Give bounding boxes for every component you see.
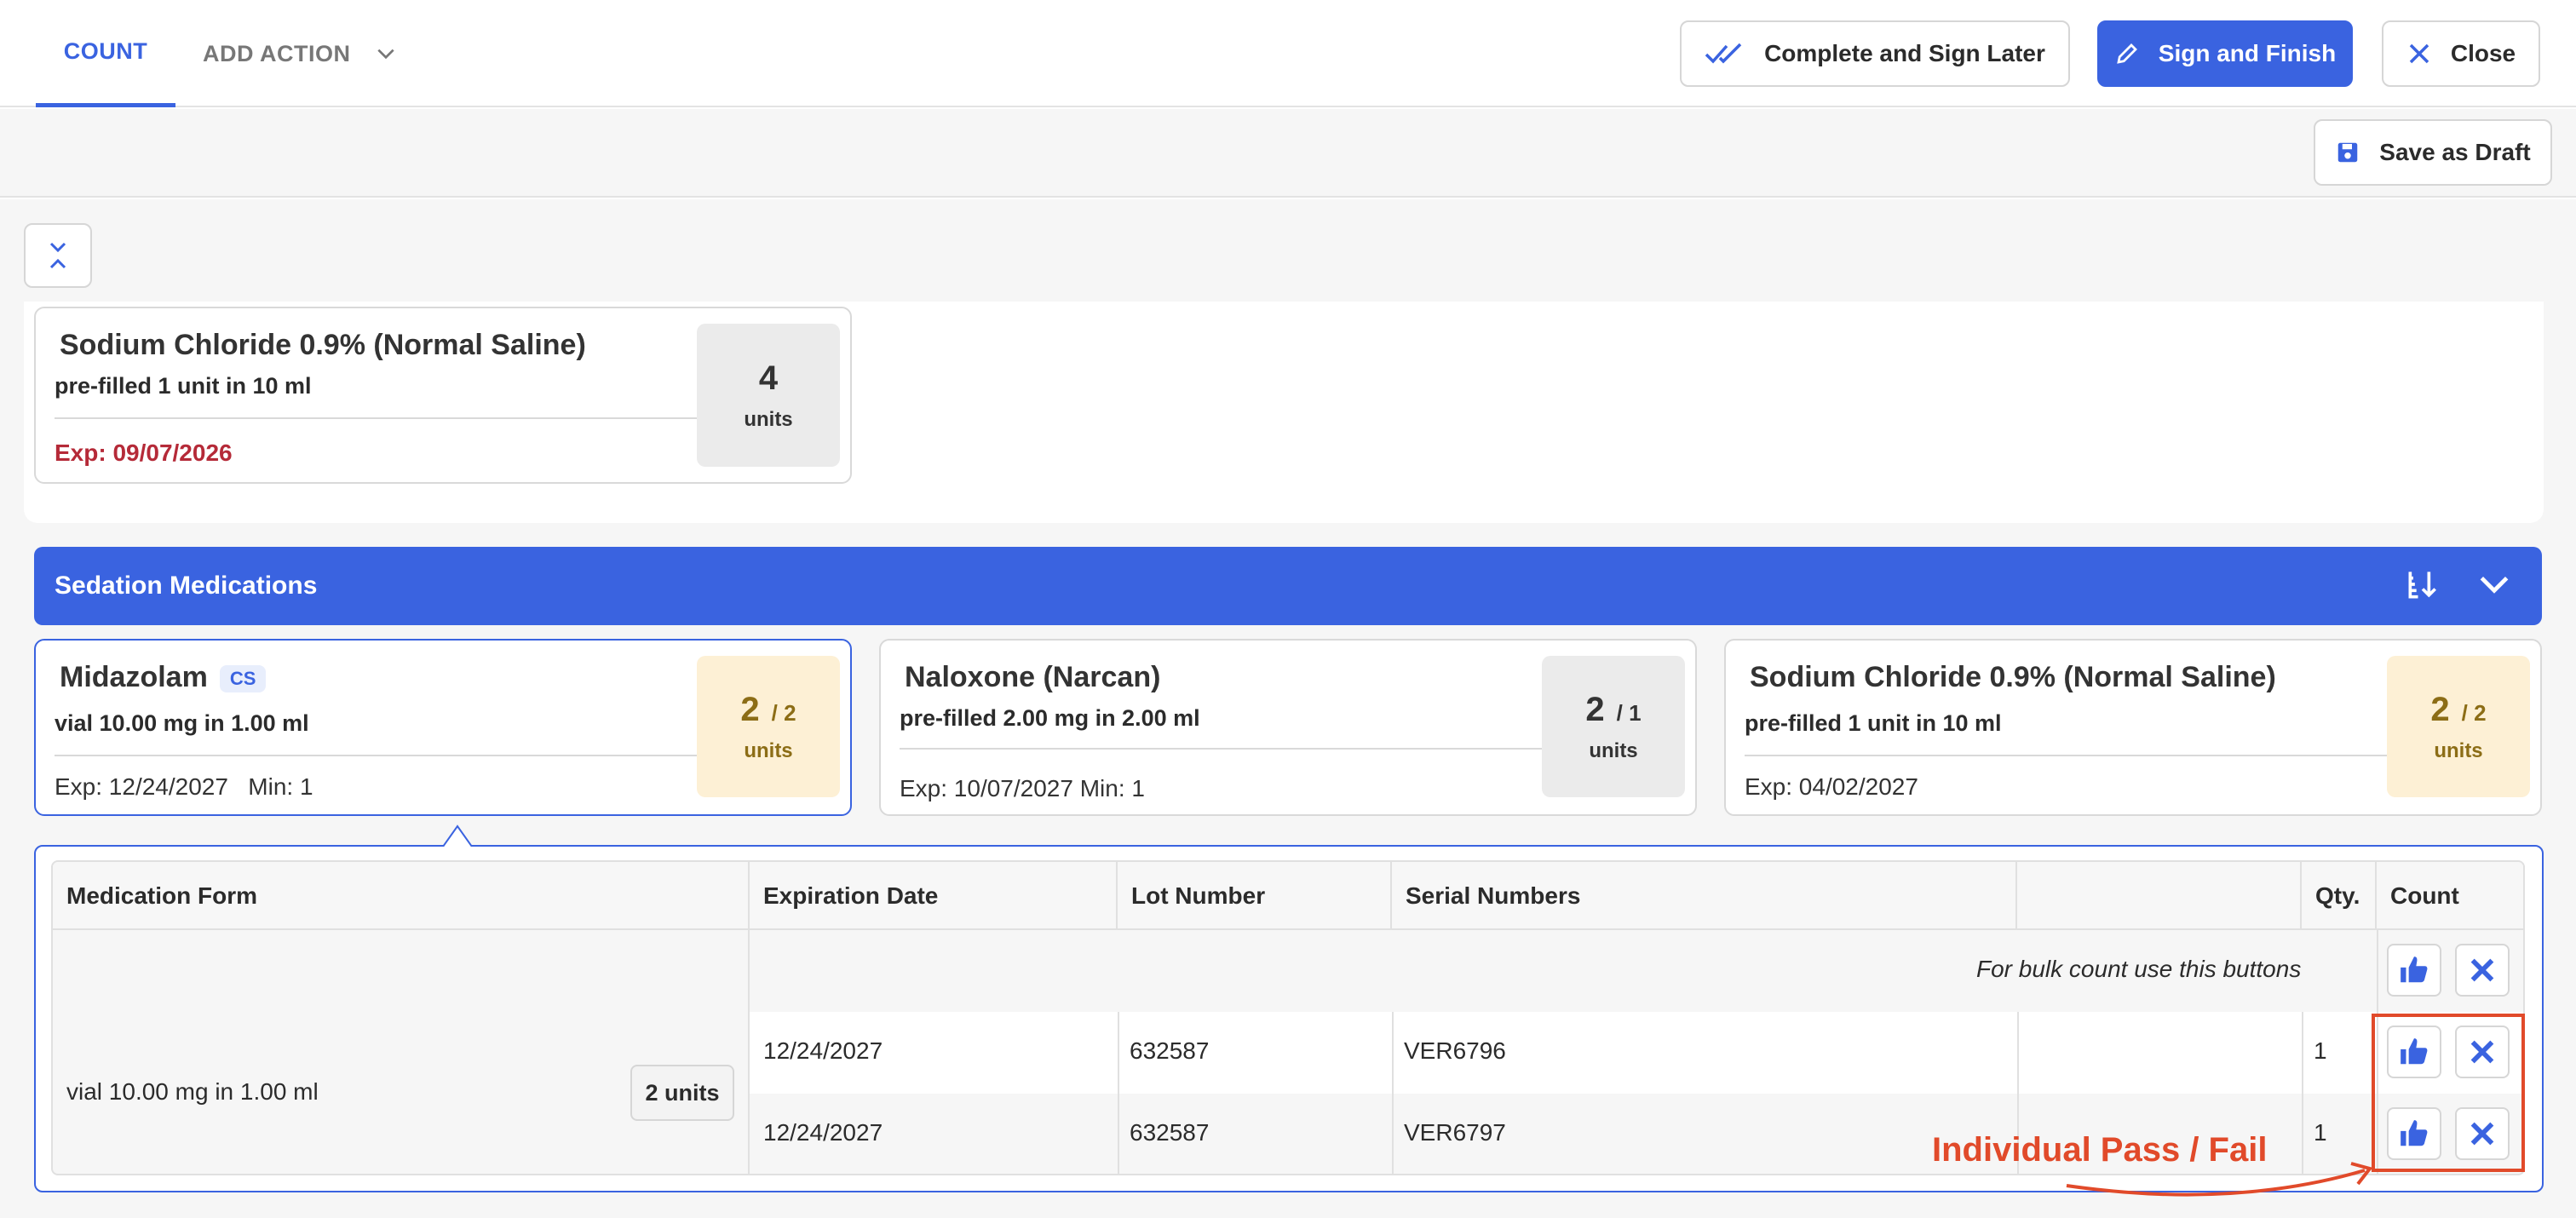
unit-label: units	[744, 738, 793, 762]
divider	[2302, 1012, 2303, 1174]
divider	[55, 417, 719, 419]
unit-count-box: 2 / 1 units	[1542, 656, 1685, 797]
divider	[1745, 755, 2392, 756]
medication-form: pre-filled 1 unit in 10 ml	[55, 373, 312, 399]
medication-name: Midazolam CS	[60, 661, 267, 694]
tab-add-action-label: ADD ACTION	[203, 40, 351, 66]
divider	[748, 930, 750, 1174]
save-draft-label: Save as Draft	[2379, 139, 2531, 165]
floppy-disk-icon	[2338, 142, 2358, 163]
row-lot-number: 632587	[1130, 1119, 1210, 1146]
caret-indicator	[443, 824, 472, 847]
sort-icon[interactable]	[2404, 566, 2441, 603]
secondary-toolbar	[0, 109, 2576, 198]
collapse-icon	[49, 242, 66, 269]
row-serial-number: VER6796	[1404, 1037, 1506, 1064]
divider	[55, 755, 719, 756]
divider	[900, 748, 1547, 750]
expiration-date: Exp: 12/24/2027 Min: 1	[55, 773, 313, 800]
medication-name: Sodium Chloride 0.9% (Normal Saline)	[1750, 661, 2276, 693]
cs-badge: CS	[219, 665, 267, 693]
medication-card-midazolam[interactable]: Midazolam CS vial 10.00 mg in 1.00 ml Exp…	[34, 639, 852, 816]
sign-finish-label: Sign and Finish	[2158, 40, 2337, 66]
thumbs-up-icon	[2401, 957, 2428, 983]
unit-count: 2	[2430, 690, 2450, 728]
section-header[interactable]: Sedation Medications	[34, 547, 2542, 625]
annotation-highlight-box	[2372, 1014, 2525, 1172]
unit-label: units	[744, 407, 793, 431]
unit-required: / 2	[771, 699, 796, 726]
medication-card[interactable]: Sodium Chloride 0.9% (Normal Saline) pre…	[34, 307, 852, 484]
x-icon	[2470, 958, 2494, 982]
table-header: Medication Form Expiration Date Lot Numb…	[53, 862, 2523, 930]
complete-sign-later-label: Complete and Sign Later	[1764, 40, 2045, 66]
unit-label: units	[1589, 738, 1638, 762]
row-qty: 1	[2314, 1037, 2327, 1064]
unit-label: units	[2434, 738, 2483, 762]
bulk-fail-button[interactable]	[2455, 944, 2510, 997]
expiration-date: Exp: 04/02/2027	[1745, 773, 1918, 800]
medication-form: pre-filled 2.00 mg in 2.00 ml	[900, 705, 1200, 731]
double-check-icon	[1705, 43, 1742, 64]
bulk-pass-button[interactable]	[2387, 944, 2441, 997]
row-lot-number: 632587	[1130, 1037, 1210, 1064]
tab-count[interactable]: COUNT	[36, 0, 175, 107]
close-button[interactable]: Close	[2382, 20, 2540, 87]
unit-count-box: 2 / 2 units	[2387, 656, 2530, 797]
medication-name-text: Midazolam	[60, 661, 208, 693]
row-serial-number: VER6797	[1404, 1119, 1506, 1146]
col-medication-form: Medication Form	[53, 862, 750, 930]
complete-sign-later-button[interactable]: Complete and Sign Later	[1680, 20, 2070, 87]
divider	[1118, 1012, 1119, 1174]
medication-card-naloxone[interactable]: Naloxone (Narcan) pre-filled 2.00 mg in …	[879, 639, 1697, 816]
tab-add-action[interactable]: ADD ACTION	[203, 0, 397, 107]
col-lot-number: Lot Number	[1118, 862, 1392, 930]
col-serial-numbers: Serial Numbers	[1392, 862, 2017, 930]
units-pill: 2 units	[630, 1065, 734, 1121]
unit-count-box: 4 units	[697, 324, 840, 467]
unit-count: 2	[740, 690, 760, 728]
medication-form: vial 10.00 mg in 1.00 ml	[55, 710, 309, 736]
section-title: Sedation Medications	[55, 572, 318, 600]
medication-name: Sodium Chloride 0.9% (Normal Saline)	[60, 329, 586, 361]
expiration-date: Exp: 09/07/2026	[55, 440, 233, 466]
row-exp-date: 12/24/2027	[763, 1119, 883, 1146]
medication-table: Medication Form Expiration Date Lot Numb…	[51, 860, 2525, 1175]
unit-count: 2	[1585, 690, 1605, 728]
close-icon	[2409, 43, 2429, 64]
unit-count-box: 2 / 2 units	[697, 656, 840, 797]
chevron-down-icon	[377, 49, 394, 60]
col-empty	[2017, 862, 2302, 930]
medication-form: pre-filled 1 unit in 10 ml	[1745, 710, 2002, 736]
bulk-count-hint: For bulk count use this buttons	[1976, 956, 2302, 982]
col-expiration-date: Expiration Date	[750, 862, 1118, 930]
unit-required: / 1	[1616, 699, 1642, 726]
unit-required: / 2	[2461, 699, 2487, 726]
annotation-arrow-icon	[2066, 1162, 2373, 1197]
medication-name: Naloxone (Narcan)	[905, 661, 1161, 693]
medication-form-cell: vial 10.00 mg in 1.00 ml	[66, 1078, 319, 1105]
divider	[1392, 1012, 1394, 1174]
expiration-date: Exp: 10/07/2027 Min: 1	[900, 775, 1145, 801]
row-qty: 1	[2314, 1119, 2327, 1146]
pen-icon	[2117, 43, 2137, 64]
unit-count: 4	[758, 359, 779, 397]
sign-finish-button[interactable]: Sign and Finish	[2097, 20, 2353, 87]
col-qty: Qty.	[2302, 862, 2377, 930]
save-draft-button[interactable]: Save as Draft	[2314, 119, 2552, 186]
chevron-down-icon[interactable]	[2475, 566, 2513, 603]
collapse-all-button[interactable]	[24, 223, 92, 288]
row-exp-date: 12/24/2027	[763, 1037, 883, 1064]
medication-card-sodium-chloride[interactable]: Sodium Chloride 0.9% (Normal Saline) pre…	[1724, 639, 2542, 816]
table-row	[750, 1012, 2523, 1094]
col-count: Count	[2390, 882, 2459, 909]
close-label: Close	[2450, 40, 2516, 66]
